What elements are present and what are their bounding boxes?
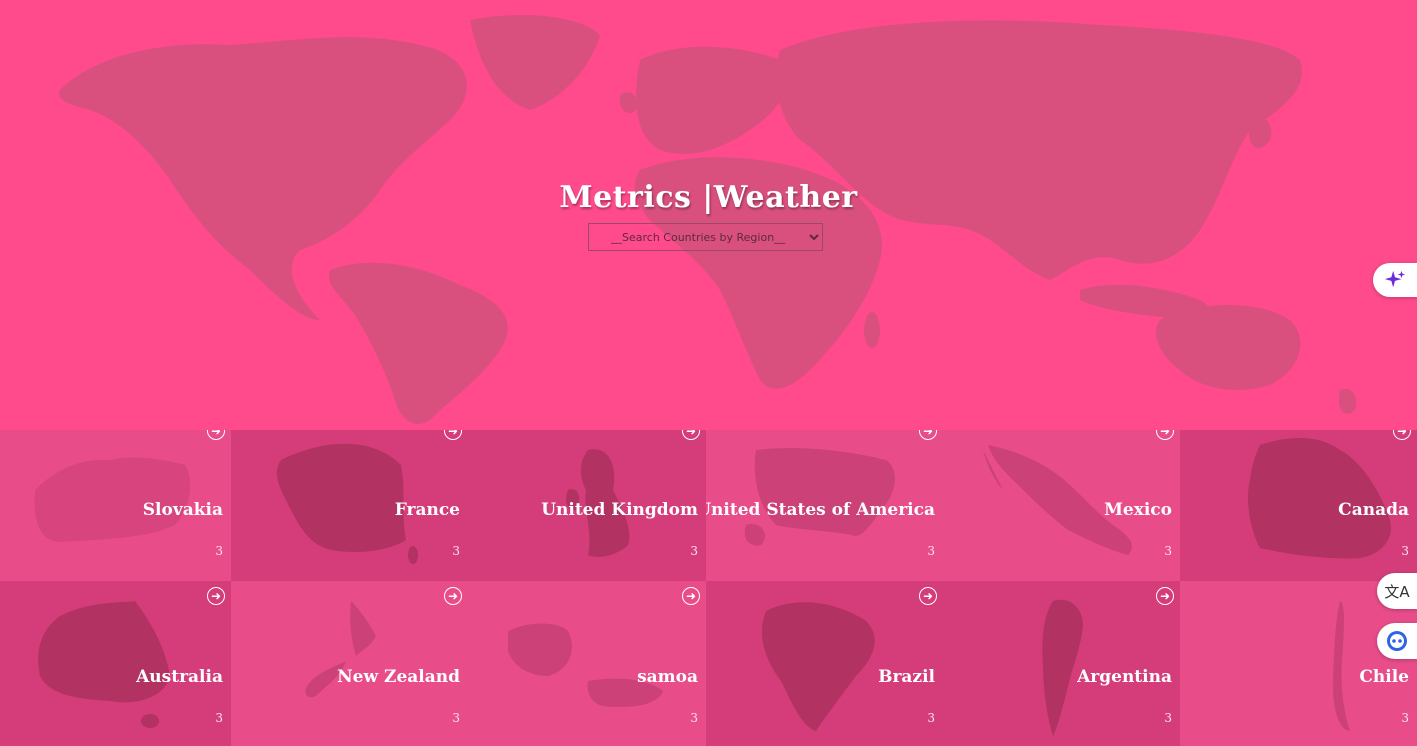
arrow-right-circle-icon[interactable]: ➜: [207, 587, 225, 605]
arrow-right-circle-icon[interactable]: ➜: [1156, 587, 1174, 605]
country-card-new-zealand[interactable]: ➜ New Zealand 3: [231, 581, 468, 746]
country-count: 3: [927, 711, 935, 725]
country-name: Slovakia: [142, 500, 223, 520]
country-count: 3: [1164, 544, 1172, 558]
translate-button[interactable]: 文A: [1377, 573, 1417, 609]
world-map-background: [59, 15, 1357, 424]
country-card-argentina[interactable]: ➜ Argentina 3: [943, 581, 1180, 746]
country-name: Brazil: [878, 667, 935, 687]
country-card-mexico[interactable]: ➜ Mexico 3: [943, 430, 1180, 581]
country-name: United States of America: [706, 500, 935, 520]
country-count: 3: [690, 711, 698, 725]
country-name: Argentina: [1077, 667, 1172, 687]
country-count: 3: [690, 544, 698, 558]
ai-assistant-button[interactable]: [1373, 263, 1417, 297]
country-grid: ➜ Slovakia 3 ➜ France 3 ➜ United Kingdom…: [0, 430, 1417, 746]
country-name: United Kingdom: [541, 500, 698, 520]
country-name: Canada: [1338, 500, 1409, 520]
country-card-usa[interactable]: ➜ United States of America 3: [706, 430, 943, 581]
arrow-right-circle-icon[interactable]: ➜: [682, 587, 700, 605]
translate-icon: 文A: [1384, 582, 1410, 601]
country-card-samoa[interactable]: ➜ samoa 3: [468, 581, 706, 746]
arrow-right-circle-icon[interactable]: ➜: [444, 587, 462, 605]
country-count: 3: [215, 544, 223, 558]
country-name: Chile: [1359, 667, 1409, 687]
country-name: France: [394, 500, 460, 520]
arrow-right-circle-icon[interactable]: ➜: [919, 587, 937, 605]
country-name: New Zealand: [337, 667, 460, 687]
country-count: 3: [927, 544, 935, 558]
country-card-australia[interactable]: ➜ Australia 3: [0, 581, 231, 746]
chile-map-shape: [1332, 601, 1350, 731]
assistant-button[interactable]: [1377, 623, 1417, 659]
country-count: 3: [452, 711, 460, 725]
country-count: 3: [1164, 711, 1172, 725]
country-name: Mexico: [1104, 500, 1172, 520]
country-name: samoa: [637, 667, 698, 687]
region-select[interactable]: __Search Countries by Region__: [588, 223, 823, 251]
country-card-canada[interactable]: ➜ Canada 3: [1180, 430, 1417, 581]
argentina-map-shape: [1042, 599, 1083, 736]
country-name: Australia: [136, 667, 223, 687]
country-card-chile[interactable]: ➜ Chile 3: [1180, 581, 1417, 746]
country-count: 3: [215, 711, 223, 725]
brazil-map-shape: [761, 602, 875, 731]
country-count: 3: [1401, 544, 1409, 558]
page-title: Metrics |Weather: [559, 180, 858, 215]
hero-banner: Metrics |Weather __Search Countries by R…: [0, 0, 1417, 430]
country-count: 3: [1401, 711, 1409, 725]
country-card-france[interactable]: ➜ France 3: [231, 430, 468, 581]
sparkle-icon: [1384, 270, 1406, 288]
country-card-brazil[interactable]: ➜ Brazil 3: [706, 581, 943, 746]
samoa-map-shape: [508, 623, 663, 708]
country-card-slovakia[interactable]: ➜ Slovakia 3: [0, 430, 231, 581]
australia-map-shape: [38, 601, 171, 728]
new-zealand-map-shape: [305, 601, 376, 698]
country-card-united-kingdom[interactable]: ➜ United Kingdom 3: [468, 430, 706, 581]
assistant-icon: [1387, 631, 1407, 651]
country-count: 3: [452, 544, 460, 558]
